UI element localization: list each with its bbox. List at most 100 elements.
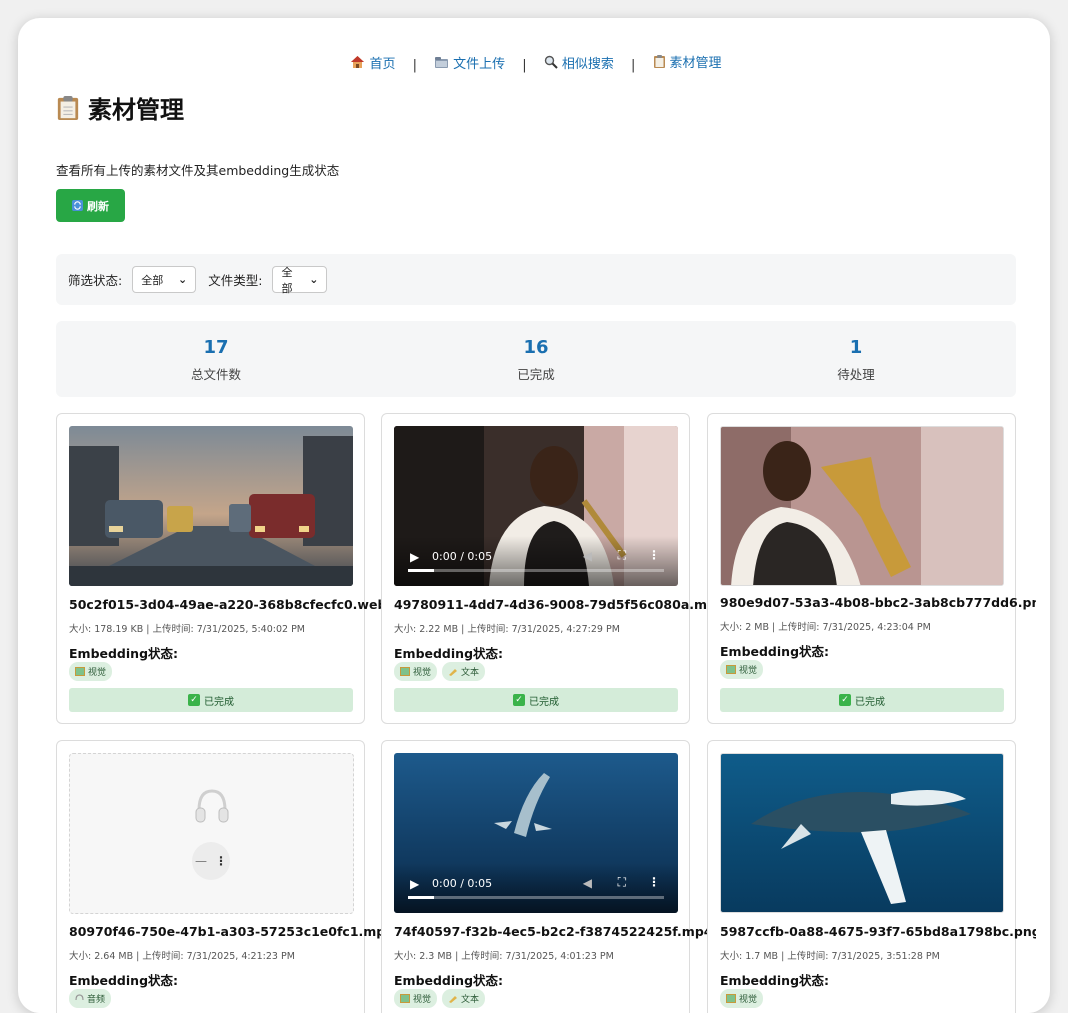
nav-separator: | <box>630 58 636 73</box>
house-icon <box>351 56 365 68</box>
folder-icon <box>435 57 449 68</box>
play-icon[interactable]: ▶ <box>410 550 419 564</box>
file-name: 49780911-4dd7-4d36-9008-79d5f56c080a.mp4 <box>394 597 725 612</box>
headphones-icon <box>195 789 229 823</box>
status-badge: ✓ 已完成 <box>69 688 353 712</box>
tag-visual: 视觉 <box>394 989 438 1008</box>
clipboard-icon <box>57 95 79 120</box>
embedding-tags: 音频 <box>69 989 112 1008</box>
file-name: 80970f46-750e-47b1-a303-57253c1e0fc1.mp3 <box>69 924 394 939</box>
picture-icon <box>726 994 736 1003</box>
minus-icon[interactable]: — <box>195 854 207 868</box>
pencil-icon <box>449 669 458 676</box>
tag-text: 文本 <box>442 989 486 1008</box>
file-name: 74f40597-f32b-4ec5-b2c2-f3874522425f.mp4 <box>394 924 713 939</box>
nav-upload-label: 文件上传 <box>453 57 506 72</box>
page-container: 首页 | 文件上传 | 相似搜索 | 素材管理 素材管理 查看所有上传的素材文件… <box>32 26 1036 1013</box>
magnifier-icon <box>544 55 558 69</box>
picture-icon <box>726 665 736 674</box>
nav-assets[interactable]: 素材管理 <box>653 52 722 71</box>
asset-card[interactable]: 980e9d07-53a3-4b08-bbc2-3ab8cb777dd6.png… <box>707 413 1036 724</box>
video-player[interactable]: ▶ 0:00 / 0:05 ◀︎ ⛶ ⋮ <box>394 426 678 586</box>
embedding-label: Embedding状态: <box>720 644 830 659</box>
asset-card[interactable]: 5987ccfb-0a88-4675-93f7-65bd8a1798bc.png… <box>707 740 1036 1013</box>
asset-card[interactable]: ▶ 0:00 / 0:05 ◀︎ ⛶ ⋮ 49780911-4dd7-4d36-… <box>381 413 725 724</box>
more-options-icon[interactable]: ⋮ <box>648 548 660 562</box>
video-progress-bar[interactable] <box>408 896 664 899</box>
embedding-label: Embedding状态: <box>394 973 504 988</box>
clipboard-icon <box>653 55 665 68</box>
video-time: 0:00 / 0:05 <box>432 877 493 890</box>
type-filter-value: 全部 <box>281 265 293 295</box>
top-nav: 首页 | 文件上传 | 相似搜索 | 素材管理 <box>56 52 1016 73</box>
tag-label: 音频 <box>87 995 106 1005</box>
type-filter-label: 文件类型: <box>208 273 263 288</box>
humpback-whale-image <box>721 754 1003 912</box>
embedding-tags: 视觉 文本 <box>394 662 486 681</box>
image-preview <box>720 753 1004 913</box>
embedding-label: Embedding状态: <box>394 646 504 661</box>
video-player[interactable]: ▶ 0:00 / 0:05 ◀︎ ⛶ ⋮ <box>394 753 678 913</box>
video-controls: ▶ 0:00 / 0:05 ◀︎ ⛶ ⋮ <box>394 536 678 586</box>
nav-separator: | <box>522 58 527 73</box>
check-icon: ✓ <box>513 694 525 706</box>
status-badge: ✓ 已完成 <box>720 688 1004 712</box>
stat-value: 17 <box>203 337 229 358</box>
tag-visual: 视觉 <box>720 660 764 679</box>
asset-card[interactable]: — ⋮ 80970f46-750e-47b1-a303-57253c1e0fc1… <box>56 740 394 1013</box>
video-controls: ▶ 0:00 / 0:05 ◀︎ ⛶ ⋮ <box>394 863 678 913</box>
headphones-icon <box>75 994 84 1001</box>
nav-separator: | <box>412 58 417 73</box>
stat-value: 1 <box>849 337 863 358</box>
chevron-down-icon: ⌄ <box>309 273 319 286</box>
volume-icon[interactable]: ◀︎ <box>583 549 592 563</box>
status-filter-label: 筛选状态: <box>68 273 123 288</box>
more-options-icon[interactable]: ⋮ <box>648 875 660 889</box>
file-name: 980e9d07-53a3-4b08-bbc2-3ab8cb777dd6.png <box>720 595 1036 610</box>
status-badge: ✓ 已完成 <box>394 688 678 712</box>
play-icon[interactable]: ▶ <box>410 877 419 891</box>
stat-label: 总文件数 <box>190 367 241 382</box>
type-filter-select[interactable]: 全部 ⌄ <box>272 265 328 295</box>
embedding-label: Embedding状态: <box>69 646 179 661</box>
tag-audio: 音频 <box>69 989 112 1008</box>
stat-pending: 1 待处理 <box>696 321 1016 397</box>
video-progress-bar[interactable] <box>408 569 664 572</box>
status-filter-select[interactable]: 全部 ⌄ <box>132 266 197 293</box>
audio-controls: — ⋮ <box>192 842 230 880</box>
nav-home[interactable]: 首页 <box>350 53 395 72</box>
asset-card[interactable]: 50c2f015-3d04-49ae-a220-368b8cfecfc0.web… <box>56 413 395 724</box>
file-meta: 大小: 178.19 KB | 上传时间: 7/31/2025, 5:40:02… <box>69 624 306 635</box>
embedding-label: Embedding状态: <box>69 973 179 988</box>
embedding-tags: 视觉 文本 <box>394 989 486 1008</box>
audio-player[interactable]: — ⋮ <box>69 753 354 914</box>
saxophonist-image <box>721 427 1003 585</box>
page-description: 查看所有上传的素材文件及其embedding生成状态 <box>56 163 340 178</box>
more-options-icon[interactable]: ⋮ <box>215 854 227 868</box>
tag-visual: 视觉 <box>720 989 764 1008</box>
picture-icon <box>400 994 410 1003</box>
file-meta: 大小: 2.22 MB | 上传时间: 7/31/2025, 4:27:29 P… <box>394 624 620 635</box>
picture-icon <box>400 667 410 676</box>
volume-icon[interactable]: ◀︎ <box>583 876 592 890</box>
asset-card[interactable]: ▶ 0:00 / 0:05 ◀︎ ⛶ ⋮ 74f40597-f32b-4ec5-… <box>381 740 712 1013</box>
fullscreen-icon[interactable]: ⛶ <box>618 548 626 563</box>
page-title-text: 素材管理 <box>88 96 184 124</box>
tag-label: 视觉 <box>88 668 107 678</box>
refresh-button[interactable]: 刷新 <box>56 189 125 222</box>
tag-visual: 视觉 <box>394 662 438 681</box>
file-name: 50c2f015-3d04-49ae-a220-368b8cfecfc0.web… <box>69 597 396 612</box>
fullscreen-icon[interactable]: ⛶ <box>618 875 626 890</box>
embedding-tags: 视觉 <box>720 660 764 679</box>
nav-search[interactable]: 相似搜索 <box>544 53 614 72</box>
check-icon: ✓ <box>188 694 200 706</box>
status-text: 已完成 <box>855 696 885 708</box>
embedding-label: Embedding状态: <box>720 973 830 988</box>
filter-bar: 筛选状态: 全部 ⌄ 文件类型: 全部 ⌄ <box>56 254 1016 305</box>
stat-label: 已完成 <box>517 367 555 382</box>
refresh-icon <box>72 200 83 211</box>
nav-upload[interactable]: 文件上传 <box>434 53 505 72</box>
file-meta: 大小: 2 MB | 上传时间: 7/31/2025, 4:23:04 PM <box>720 622 931 633</box>
tag-text: 文本 <box>442 662 486 681</box>
refresh-label: 刷新 <box>87 199 109 213</box>
